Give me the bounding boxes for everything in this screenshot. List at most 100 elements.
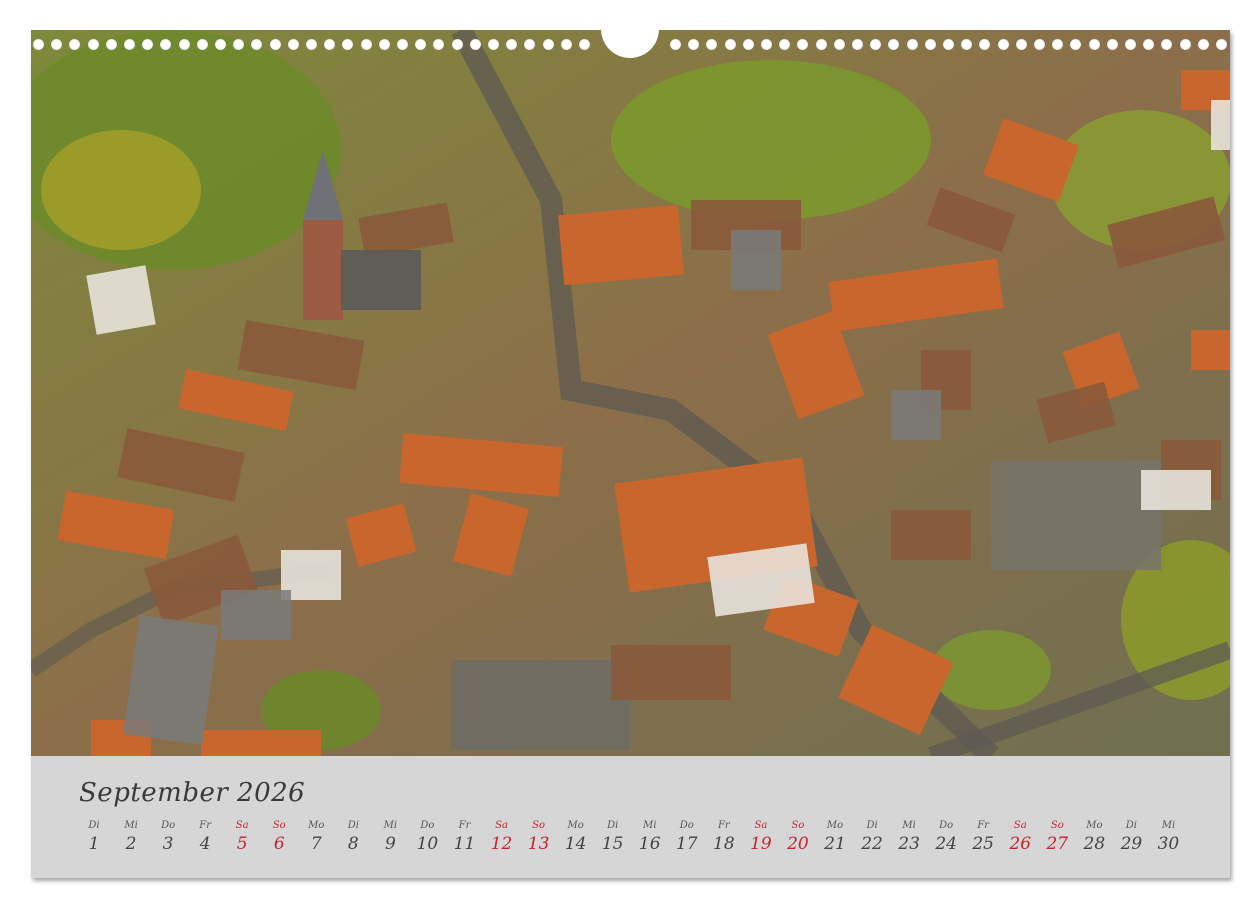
weekday-label: Sa xyxy=(1013,820,1027,831)
day-number: 2 xyxy=(125,834,137,854)
day-number: 8 xyxy=(347,834,359,854)
binding-hole xyxy=(33,39,44,50)
binding-hole xyxy=(1070,39,1082,50)
binding-hole xyxy=(888,39,900,50)
day-number: 24 xyxy=(935,834,957,854)
binding-hole xyxy=(1088,39,1100,50)
binding-hole xyxy=(1125,39,1136,50)
day-number: 11 xyxy=(453,834,476,854)
binding-hole xyxy=(979,39,991,50)
day-number: 21 xyxy=(824,834,846,854)
day-cell: Sa 19 xyxy=(743,820,779,856)
day-cell: Fr 18 xyxy=(706,820,742,856)
binding-hole xyxy=(488,39,499,50)
day-cell: Mi 23 xyxy=(891,820,927,856)
binding-hole xyxy=(378,39,390,50)
day-number: 25 xyxy=(972,834,994,854)
binding-hole xyxy=(415,39,427,50)
day-cell: Sa 12 xyxy=(484,820,520,856)
binding-hole xyxy=(1015,39,1027,50)
day-cell: Fr 4 xyxy=(187,820,223,856)
binding-hole xyxy=(324,39,336,50)
day-cell: Di 8 xyxy=(335,820,371,856)
binding-hole xyxy=(815,39,827,50)
weekday-label: Fr xyxy=(977,820,990,831)
binding-hole xyxy=(724,39,736,50)
day-number: 20 xyxy=(787,834,809,854)
binding-hole xyxy=(178,39,190,50)
day-cell: Fr 11 xyxy=(447,820,483,856)
day-number: 5 xyxy=(236,834,248,854)
day-number: 1 xyxy=(88,834,100,854)
binding-hole xyxy=(342,39,354,50)
calendar-grid: September 2026 Di 1 Mi 2 Do 3 Fr 4 Sa 5 So 6 Mo 7 Di 8 M… xyxy=(31,756,1230,878)
day-number: 27 xyxy=(1046,834,1069,854)
weekday-label: So xyxy=(791,820,805,831)
day-cell: Mo 21 xyxy=(817,820,853,856)
weekday-label: Mo xyxy=(1086,820,1103,831)
day-cell: Do 3 xyxy=(150,820,186,856)
binding-hole xyxy=(215,39,226,50)
weekday-label: So xyxy=(1050,820,1064,831)
binding-hole xyxy=(524,39,536,50)
binding-hole xyxy=(69,39,81,50)
day-number: 4 xyxy=(199,834,211,854)
binding-hole xyxy=(943,39,954,50)
aerial-town-photo xyxy=(31,30,1230,756)
binding-hole xyxy=(1106,39,1118,50)
binding-hole xyxy=(269,39,281,50)
day-number: 13 xyxy=(527,834,550,854)
day-cell: Di 22 xyxy=(854,820,890,856)
day-cell: Mi 2 xyxy=(113,820,149,856)
binding-hole xyxy=(451,39,463,50)
binding-hole xyxy=(833,39,845,50)
day-cell: Di 29 xyxy=(1113,820,1149,856)
calendar-page: September 2026 Di 1 Mi 2 Do 3 Fr 4 Sa 5 So 6 Mo 7 Di 8 M… xyxy=(31,28,1230,878)
weekday-label: Mi xyxy=(643,820,657,831)
binding-hole xyxy=(1216,39,1227,50)
binding-hole xyxy=(761,39,772,50)
binding-hole xyxy=(251,39,263,50)
day-cell: So 27 xyxy=(1039,820,1075,856)
day-cell: Sa 5 xyxy=(224,820,260,856)
weekday-label: Di xyxy=(347,820,359,831)
weekday-label: Do xyxy=(420,820,435,831)
weekday-label: Di xyxy=(1125,820,1137,831)
binding-hole xyxy=(1034,39,1045,50)
weekday-label: Sa xyxy=(754,820,768,831)
binding-hole xyxy=(51,39,63,50)
weekday-label: Mo xyxy=(308,820,325,831)
day-number: 18 xyxy=(713,834,735,854)
binding-hole xyxy=(397,39,408,50)
binding-hole xyxy=(1179,39,1191,50)
day-number: 23 xyxy=(898,834,920,854)
weekday-label: Fr xyxy=(717,820,730,831)
weekday-label: Fr xyxy=(458,820,471,831)
day-cell: Fr 25 xyxy=(965,820,1001,856)
day-cell: Mi 16 xyxy=(632,820,668,856)
day-number: 3 xyxy=(162,834,174,854)
day-number: 9 xyxy=(384,834,396,854)
weekday-label: Do xyxy=(161,820,176,831)
day-number: 17 xyxy=(675,834,698,854)
day-cell: Do 17 xyxy=(669,820,705,856)
day-cell: Do 24 xyxy=(928,820,964,856)
binding-hole xyxy=(579,39,590,50)
weekday-label: Mo xyxy=(567,820,584,831)
day-number: 22 xyxy=(861,834,883,854)
day-number: 30 xyxy=(1157,834,1180,854)
binding-hole xyxy=(506,39,518,50)
binding-hole xyxy=(360,39,372,50)
binding-hole xyxy=(706,39,718,50)
day-number: 7 xyxy=(310,834,322,854)
weekday-label: Mi xyxy=(383,820,398,831)
weekday-label: Di xyxy=(88,820,100,831)
binding-hole xyxy=(1161,39,1173,50)
weekday-label: Mi xyxy=(902,820,916,831)
binding-hole xyxy=(287,39,299,50)
binding-hole xyxy=(779,39,791,50)
binding-hole xyxy=(124,39,135,50)
binding-hole xyxy=(306,39,317,50)
day-number: 12 xyxy=(490,834,513,854)
binding-hole xyxy=(1052,39,1064,50)
